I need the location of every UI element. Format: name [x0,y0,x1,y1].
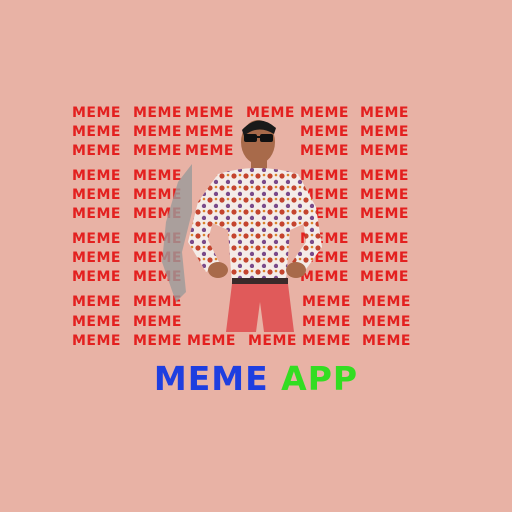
meme-pattern-word: MEME [360,143,409,159]
meme-pattern-word: MEME [187,333,236,349]
meme-pattern-word: MEME [72,187,121,203]
person-sunglasses-figure [162,120,322,332]
meme-pattern-word: MEME [72,168,121,184]
meme-pattern-word: MEME [302,333,351,349]
meme-pattern-word: MEME [360,206,409,222]
meme-pattern-word: MEME [72,105,121,121]
meme-pattern-word: MEME [72,124,121,140]
meme-pattern-word: MEME [362,333,411,349]
meme-pattern-word: MEME [360,168,409,184]
app-title-word-meme: MEME [153,359,269,398]
app-title-word-app: APP [281,359,359,398]
meme-pattern-word: MEME [133,333,182,349]
meme-pattern-word: MEME [72,333,121,349]
meme-pattern-word: MEME [72,206,121,222]
meme-pattern-word: MEME [248,333,297,349]
meme-pattern-word: MEME [72,294,121,310]
meme-pattern-word: MEME [360,187,409,203]
meme-pattern-word: MEME [72,143,121,159]
meme-pattern-word: MEME [360,231,409,247]
app-title: MEME APP [0,362,512,395]
app-splash-screen: MEME MEME MEME MEME MEME MEME MEME MEME … [0,0,512,512]
meme-pattern-word: MEME [360,124,409,140]
meme-pattern-word: MEME [72,269,121,285]
meme-pattern-word: MEME [360,250,409,266]
meme-pattern-word: MEME [362,294,411,310]
meme-pattern-word: MEME [360,105,409,121]
meme-pattern-word: MEME [72,231,121,247]
meme-pattern-word: MEME [360,269,409,285]
meme-pattern-word: MEME [72,314,121,330]
meme-pattern-word: MEME [72,250,121,266]
meme-pattern-word: MEME [362,314,411,330]
